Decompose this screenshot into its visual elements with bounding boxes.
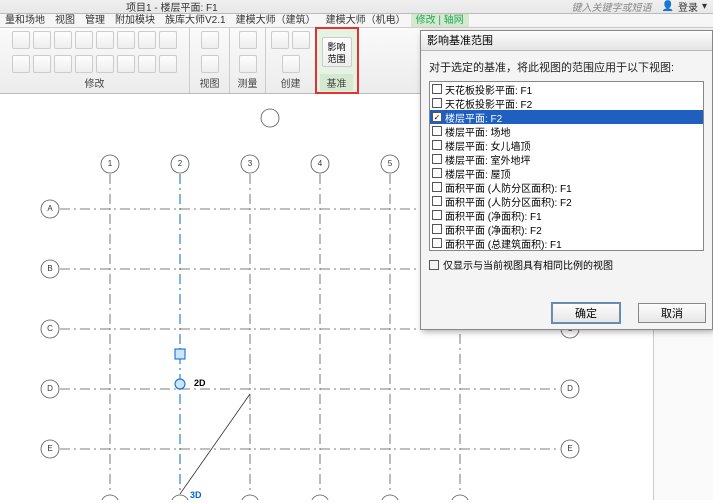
view-list-item[interactable]: 楼层平面: 女儿墙顶 <box>430 138 703 152</box>
ribbon-panel-修改: 修改 <box>0 28 190 93</box>
checkbox[interactable] <box>432 84 442 94</box>
view-list-item[interactable]: 楼层平面: 屋顶 <box>430 166 703 180</box>
view-list-item[interactable]: 面积平面 (人防分区面积): F2 <box>430 194 703 208</box>
dialog-title: 影响基准范围 <box>421 31 712 51</box>
checkbox[interactable] <box>432 196 442 206</box>
checkbox[interactable] <box>432 154 442 164</box>
panel-label: 修改 <box>85 74 105 91</box>
svg-text:D: D <box>567 384 573 393</box>
ok-button[interactable]: 确定 <box>552 303 620 323</box>
same-scale-checkbox[interactable]: 仅显示与当前视图具有相同比例的视图 <box>429 257 704 272</box>
svg-text:D: D <box>47 384 53 393</box>
tool-button[interactable] <box>12 55 30 73</box>
view-list-item[interactable]: 面积平面 (总建筑面积): F2 <box>430 250 703 251</box>
svg-text:5: 5 <box>388 159 393 168</box>
svg-text:3: 3 <box>248 159 253 168</box>
view-list-item[interactable]: 面积平面 (人防分区面积): F1 <box>430 180 703 194</box>
view-list-item[interactable]: 天花板投影平面: F2 <box>430 96 703 110</box>
ribbon-tab[interactable]: 建模大师（机电） <box>321 14 411 27</box>
tool-button[interactable] <box>54 31 72 49</box>
checkbox[interactable] <box>432 182 442 192</box>
checkbox[interactable] <box>432 224 442 234</box>
checkbox[interactable] <box>432 112 442 122</box>
tool-button[interactable] <box>159 55 177 73</box>
tool-button[interactable] <box>159 31 177 49</box>
document-title: 项目1 - 楼层平面: F1 <box>126 0 218 14</box>
checkbox[interactable] <box>432 210 442 220</box>
ribbon-panel-视图: 视图 <box>190 28 230 93</box>
user-icon[interactable]: 👤 <box>662 1 674 12</box>
tool-button[interactable] <box>75 55 93 73</box>
tool-button[interactable] <box>282 55 300 73</box>
svg-text:B: B <box>47 264 52 273</box>
checkbox[interactable] <box>432 140 442 150</box>
panel-label: 测量 <box>238 74 258 91</box>
propagate-extents-dialog: 影响基准范围 对于选定的基准，将此视图的范围应用于以下视图: 天花板投影平面: … <box>420 30 713 330</box>
ribbon-panel-测量: 测量 <box>230 28 266 93</box>
svg-text:1: 1 <box>108 159 113 168</box>
tool-button[interactable] <box>138 55 156 73</box>
tool-button[interactable] <box>75 31 93 49</box>
tool-button[interactable] <box>12 31 30 49</box>
tool-button[interactable] <box>271 31 289 49</box>
tool-button[interactable] <box>33 55 51 73</box>
ribbon-tab[interactable]: 族库大师V2.1 <box>160 14 231 27</box>
ribbon-tabs: 量和场地视图管理附加模块族库大师V2.1建模大师（建筑）建模大师（机电）修改 |… <box>0 14 713 28</box>
tool-button[interactable] <box>33 31 51 49</box>
checkbox[interactable] <box>432 126 442 136</box>
tool-button[interactable] <box>239 55 257 73</box>
view-list-item[interactable]: 楼层平面: F2 <box>430 110 703 124</box>
view-list-item[interactable]: 楼层平面: 场地 <box>430 124 703 138</box>
svg-text:4: 4 <box>318 159 323 168</box>
tool-button[interactable] <box>201 55 219 73</box>
svg-text:3D: 3D <box>190 490 202 500</box>
view-list-item[interactable]: 面积平面 (净面积): F2 <box>430 222 703 236</box>
checkbox[interactable] <box>432 98 442 108</box>
help-icon[interactable]: ▾ <box>702 1 707 12</box>
svg-text:2D: 2D <box>194 378 206 388</box>
panel-label: 基准 <box>320 74 353 91</box>
tool-button[interactable] <box>292 31 310 49</box>
ribbon-tab[interactable]: 附加模块 <box>110 14 160 27</box>
title-bar: 项目1 - 楼层平面: F1 键入关键字或短语 👤 登录 ▾ <box>0 0 713 14</box>
ribbon-tab[interactable]: 量和场地 <box>0 14 50 27</box>
ribbon-tab[interactable]: 管理 <box>80 14 110 27</box>
panel-label: 创建 <box>281 74 301 91</box>
checkbox[interactable] <box>432 168 442 178</box>
svg-text:2: 2 <box>178 159 183 168</box>
ribbon-tab[interactable]: 修改 | 轴网 <box>411 14 469 27</box>
panel-label: 视图 <box>200 74 220 91</box>
ribbon-panel-创建: 创建 <box>266 28 316 93</box>
tool-button[interactable] <box>96 31 114 49</box>
view-list-item[interactable]: 面积平面 (净面积): F1 <box>430 208 703 222</box>
ribbon-tab[interactable]: 建模大师（建筑） <box>231 14 321 27</box>
view-list[interactable]: 天花板投影平面: F1天花板投影平面: F2楼层平面: F2楼层平面: 场地楼层… <box>429 81 704 251</box>
tool-button[interactable] <box>117 31 135 49</box>
tool-button[interactable] <box>138 31 156 49</box>
tool-button[interactable] <box>201 31 219 49</box>
search-hint[interactable]: 键入关键字或短语 <box>572 0 652 14</box>
svg-text:C: C <box>47 324 53 333</box>
tool-button[interactable]: 影响 范围 <box>322 37 352 67</box>
view-list-item[interactable]: 面积平面 (总建筑面积): F1 <box>430 236 703 250</box>
checkbox[interactable] <box>432 238 442 248</box>
ribbon-panel-基准: 影响 范围基准 <box>316 28 358 93</box>
tool-button[interactable] <box>96 55 114 73</box>
dialog-instruction: 对于选定的基准，将此视图的范围应用于以下视图: <box>429 59 704 75</box>
ribbon-tab[interactable]: 视图 <box>50 14 80 27</box>
tool-button[interactable] <box>117 55 135 73</box>
tool-button[interactable] <box>239 31 257 49</box>
svg-text:E: E <box>47 444 52 453</box>
svg-text:A: A <box>47 204 53 213</box>
login-link[interactable]: 登录 <box>678 0 698 14</box>
svg-text:E: E <box>567 444 572 453</box>
tool-button[interactable] <box>54 55 72 73</box>
view-list-item[interactable]: 楼层平面: 室外地坪 <box>430 152 703 166</box>
view-list-item[interactable]: 天花板投影平面: F1 <box>430 82 703 96</box>
cancel-button[interactable]: 取消 <box>638 303 706 323</box>
